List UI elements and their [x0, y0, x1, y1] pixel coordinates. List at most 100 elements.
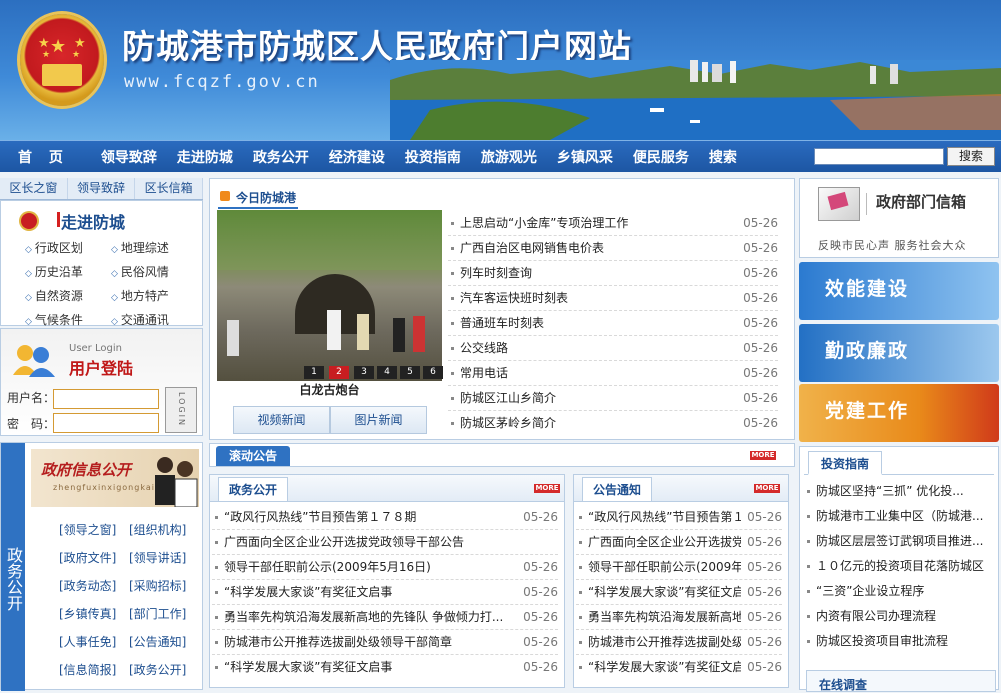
list-item[interactable]: “政风行风热线”节目预告第１７８期 05-26: [212, 505, 558, 530]
dept-mailbox-card[interactable]: 政府部门信箱 反映市民心声 服务社会大众: [799, 178, 999, 258]
mailbox-slogan: 反映市民心声 服务社会大众: [818, 239, 967, 252]
password-field[interactable]: [53, 413, 159, 433]
party-building-banner[interactable]: 党建工作: [799, 384, 999, 442]
featured-photo[interactable]: [217, 210, 442, 381]
list-item[interactable]: “政风行风热线”节目预告第１７... 05-26: [576, 505, 782, 530]
search-button[interactable]: 搜索: [947, 147, 995, 166]
photo-page-4[interactable]: 4: [377, 366, 397, 379]
link-gov-documents[interactable]: [政府文件]: [59, 549, 129, 567]
integrity-banner[interactable]: 勤政廉政: [799, 324, 999, 382]
nav-home[interactable]: 首 页: [0, 147, 91, 167]
list-item[interactable]: 防城区投资项目审批流程: [804, 629, 994, 654]
tab-photo-news[interactable]: 图片新闻: [330, 406, 427, 434]
news-item[interactable]: 汽车客运快班时刻表 05-26: [448, 286, 778, 311]
photo-page-3[interactable]: 3: [354, 366, 374, 379]
photo-page-2[interactable]: 2: [329, 366, 349, 379]
more-button[interactable]: MORE: [754, 484, 780, 493]
list-item[interactable]: 防城港市公开推荐选拔副处级领导... 05-26: [576, 630, 782, 655]
nav-services[interactable]: 便民服务: [623, 147, 699, 167]
list-item[interactable]: “三资”企业设立程序: [804, 579, 994, 604]
photo-page-1[interactable]: 1: [304, 366, 324, 379]
tab-mayor-window[interactable]: 区长之窗: [0, 178, 68, 199]
link-history[interactable]: 历史沿革: [25, 263, 111, 283]
link-department-work[interactable]: [部门工作]: [129, 605, 199, 623]
news-item[interactable]: 防城区茅岭乡简介 05-26: [448, 411, 778, 436]
link-notices[interactable]: [公告通知]: [129, 633, 199, 651]
nav-leader-speech[interactable]: 领导致辞: [91, 147, 167, 167]
link-geography[interactable]: 地理综述: [111, 239, 197, 259]
link-admin-division[interactable]: 行政区划: [25, 239, 111, 259]
list-item[interactable]: 领导干部任职前公示(2009年5月16日) 05-26: [212, 555, 558, 580]
list-item[interactable]: 勇当率先构筑沿海发展新高地的先锋队 争做倾力打... 05-26: [212, 605, 558, 630]
tab-video-news[interactable]: 视频新闻: [233, 406, 330, 434]
news-item[interactable]: 列车时刻查询 05-26: [448, 261, 778, 286]
header-banner: ★ ★ ★ ★ ★ 防城港市防城区人民政府门户网站 www.fcqzf.gov.cn: [0, 0, 1001, 140]
nav-about-fangcheng[interactable]: 走进防城: [167, 147, 243, 167]
link-personnel[interactable]: [人事任免]: [59, 633, 129, 651]
username-label: 用户名：: [7, 391, 56, 405]
list-item[interactable]: 领导干部任职前公示(2009年5月16... 05-26: [576, 555, 782, 580]
password-label: 密 码：: [7, 417, 56, 431]
link-leader-window[interactable]: [领导之窗]: [59, 521, 129, 539]
list-item[interactable]: 防城区坚持“三抓” 优化投...: [804, 479, 994, 504]
link-leader-speeches[interactable]: [领导讲话]: [129, 549, 199, 567]
nav-search-label: 搜索: [708, 149, 737, 166]
username-field[interactable]: [53, 389, 159, 409]
link-bulletins[interactable]: [信息简报]: [59, 661, 129, 679]
link-gov-affairs[interactable]: [政务公开]: [129, 661, 199, 679]
link-organization[interactable]: [组织机构]: [129, 521, 199, 539]
mailbox-title: 政府部门信箱: [876, 193, 967, 211]
nav-investment[interactable]: 投资指南: [395, 147, 471, 167]
left-tabs: 区长之窗 领导致辞 区长信箱: [0, 178, 204, 200]
list-item[interactable]: 防城港市公开推荐选拔副处级领导干部简章 05-26: [212, 630, 558, 655]
login-title: 用户登陆: [69, 359, 134, 378]
list-item[interactable]: “科学发展大家谈”有奖征文启事 05-26: [212, 580, 558, 605]
gov-affairs-title: 政务公开: [218, 477, 289, 501]
news-item[interactable]: 上思启动“小金库”专项治理工作 05-26: [448, 211, 778, 236]
mailbox-icon: [818, 187, 860, 221]
efficiency-banner[interactable]: 效能建设: [799, 262, 999, 320]
online-survey-panel: 在线调查: [806, 670, 996, 692]
photo-page-6[interactable]: 6: [423, 366, 443, 379]
news-item[interactable]: 常用电话 05-26: [448, 361, 778, 386]
more-button[interactable]: MORE: [534, 484, 560, 493]
more-button[interactable]: MORE: [750, 451, 776, 460]
list-item[interactable]: 勇当率先构筑沿海发展新高地的先... 05-26: [576, 605, 782, 630]
link-local-products[interactable]: 地方特产: [111, 287, 197, 307]
gov-info-banner-title: 政府信息公开: [41, 461, 132, 479]
link-natural-resources[interactable]: 自然资源: [25, 287, 111, 307]
list-item[interactable]: “科学发展大家谈”有奖征文启事 05-26: [212, 655, 558, 680]
login-button[interactable]: LOGIN: [165, 387, 197, 433]
list-item[interactable]: 防城港市工业集中区（防城港...: [804, 504, 994, 529]
section-bullet-icon: [220, 191, 230, 201]
today-news-list: 上思启动“小金库”专项治理工作 05-26 广西自治区电网销售电价表 05-26 列…: [448, 211, 778, 436]
news-item[interactable]: 公交线路 05-26: [448, 336, 778, 361]
link-town-news[interactable]: [乡镇传真]: [59, 605, 129, 623]
nav-government-affairs[interactable]: 政务公开: [243, 147, 319, 167]
list-item[interactable]: 内资有限公司办理流程: [804, 604, 994, 629]
list-item[interactable]: “科学发展大家谈”有奖征文启事 05-26: [576, 655, 782, 680]
nav-tourism[interactable]: 旅游观光: [471, 147, 547, 167]
gov-info-public-banner[interactable]: 政府信息公开 zhengfuxinxigongkai: [31, 449, 199, 507]
search-input[interactable]: [814, 148, 944, 165]
news-item[interactable]: 广西自治区电网销售电价表 05-26: [448, 236, 778, 261]
list-item[interactable]: 广西面向全区企业公开选拔党政领... 05-26: [576, 530, 782, 555]
news-item[interactable]: 普通班车时刻表 05-26: [448, 311, 778, 336]
list-item[interactable]: 防城区层层签订武钢项目推进...: [804, 529, 994, 554]
link-customs[interactable]: 民俗风情: [111, 263, 197, 283]
list-item[interactable]: １０亿元的投资项目花落防城区: [804, 554, 994, 579]
list-item[interactable]: 广西面向全区企业公开选拔党政领导干部公告: [212, 530, 558, 555]
investment-guide-title: 投资指南: [808, 451, 883, 475]
link-procurement[interactable]: [采购招标]: [129, 577, 199, 595]
news-item[interactable]: 防城区江山乡简介 05-26: [448, 386, 778, 411]
photo-page-5[interactable]: 5: [400, 366, 420, 379]
gov-affairs-panel: 政务公开 MORE “政风行风热线”节目预告第１７８期 05-26 广西面向全区企…: [209, 474, 565, 688]
nav-economy[interactable]: 经济建设: [319, 147, 395, 167]
link-gov-news[interactable]: [政务动态]: [59, 577, 129, 595]
list-item[interactable]: “科学发展大家谈”有奖征文启事 05-26: [576, 580, 782, 605]
tab-mayor-mailbox[interactable]: 区长信箱: [135, 178, 204, 199]
online-survey-title: 在线调查: [819, 678, 868, 692]
tab-leader-speech[interactable]: 领导致辞: [68, 178, 136, 199]
people-photo: [155, 457, 198, 507]
nav-towns[interactable]: 乡镇风采: [547, 147, 623, 167]
